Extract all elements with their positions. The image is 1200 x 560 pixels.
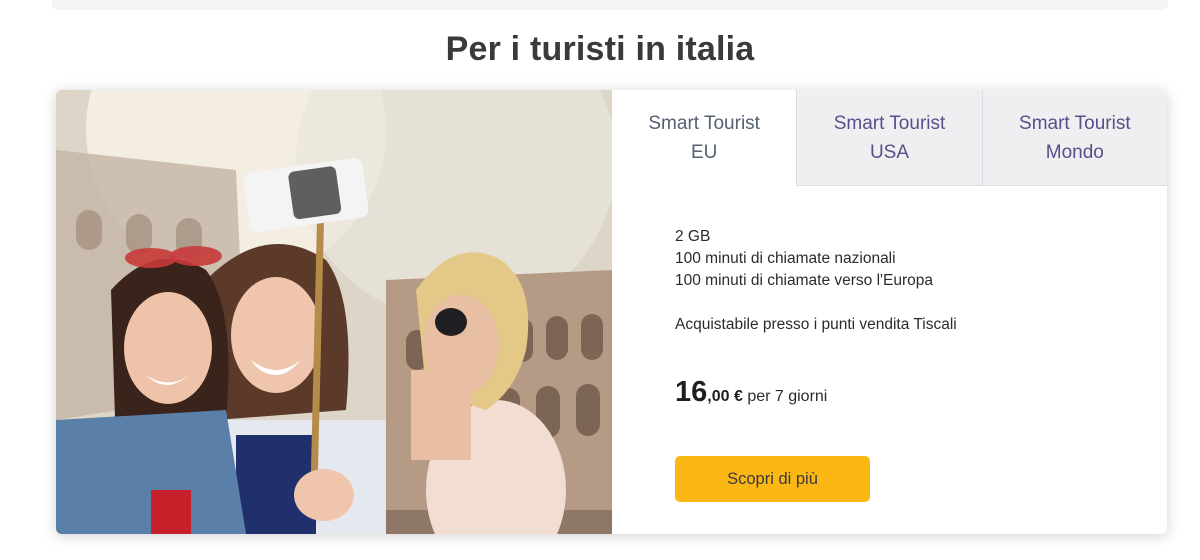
discover-more-button[interactable]: Scopri di più [675, 456, 870, 502]
section-title: Per i turisti in italia [445, 30, 755, 68]
plan-tabs: Smart Tourist EU Smart Tourist USA Smart… [612, 90, 1167, 186]
offer-card: Smart Tourist EU Smart Tourist USA Smart… [56, 90, 1167, 534]
tab-smart-tourist-eu[interactable]: Smart Tourist EU [612, 90, 797, 186]
tab-smart-tourist-mondo[interactable]: Smart Tourist Mondo [981, 90, 1167, 186]
feature-europe-minutes: 100 minuti di chiamate verso l'Europa [675, 272, 933, 289]
top-divider [52, 0, 1168, 10]
price-decimal: ,00 € [707, 388, 743, 405]
feature-data: 2 GB [675, 228, 711, 245]
tourist-selfie-photo [56, 90, 612, 534]
price-integer: 16 [675, 376, 708, 408]
price: 16,00 € per 7 giorni [675, 376, 827, 409]
price-period: per 7 giorni [747, 388, 828, 405]
feature-national-minutes: 100 minuti di chiamate nazionali [675, 250, 896, 267]
offer-details: 2 GB 100 minuti di chiamate nazionali 10… [675, 226, 1155, 336]
availability-text: Acquistabile presso i punti vendita Tisc… [675, 316, 957, 333]
tab-smart-tourist-usa[interactable]: Smart Tourist USA [796, 90, 982, 186]
